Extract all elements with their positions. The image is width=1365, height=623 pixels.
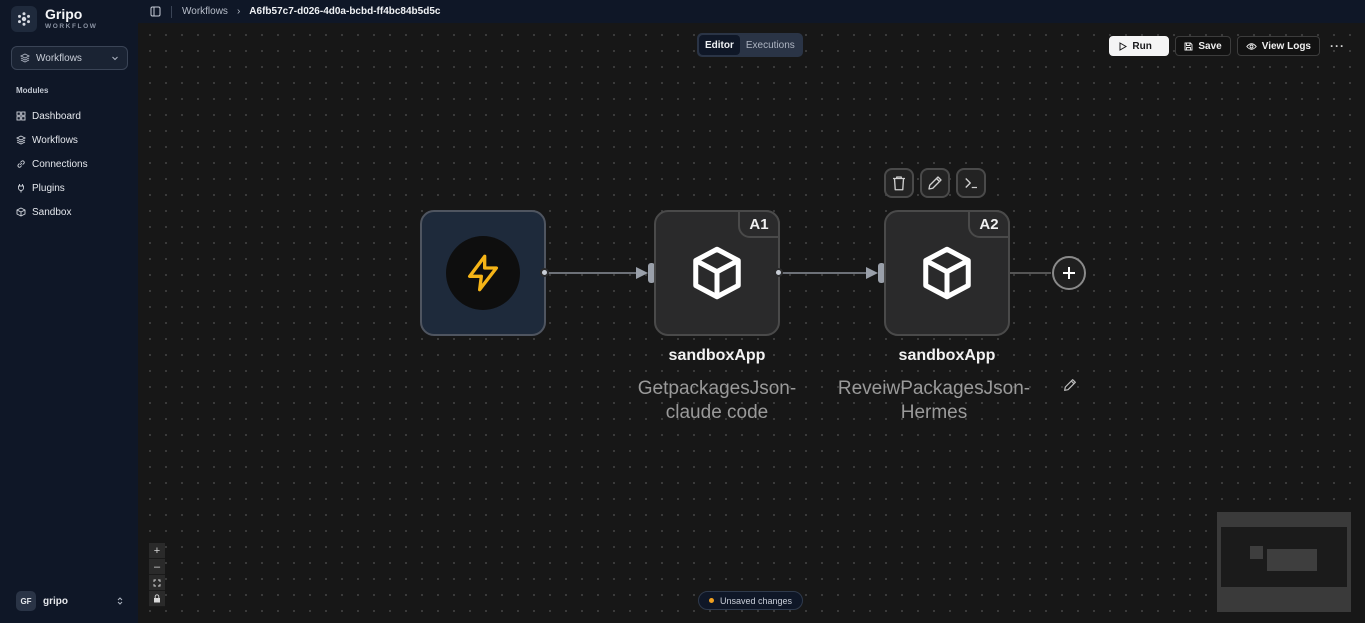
zoom-in-icon[interactable]: + <box>149 543 165 559</box>
chevron-updown-icon <box>117 597 123 605</box>
node-title: sandboxApp <box>898 347 996 364</box>
lock-icon[interactable] <box>149 591 165 607</box>
breadcrumb-workflows[interactable]: Workflows <box>182 6 228 17</box>
node-description: ReveiwPackagesJson- Hermes <box>837 378 1031 423</box>
sidebar-item-label: Sandbox <box>32 206 72 218</box>
chevron-down-icon <box>112 56 118 61</box>
add-node-button[interactable] <box>1052 256 1086 290</box>
gripo-logo-icon <box>11 6 37 32</box>
sidebar-item-workflows[interactable]: Workflows <box>16 128 88 152</box>
sidebar-item-label: Workflows <box>32 134 78 146</box>
minimap-node <box>1267 549 1317 571</box>
workflows-selector[interactable]: Workflows <box>11 46 128 70</box>
node-toolbar <box>884 168 992 198</box>
avatar: GF <box>16 591 36 611</box>
chevron-right-icon: › <box>236 6 241 17</box>
link-icon <box>17 160 25 168</box>
plus-icon <box>1063 267 1075 279</box>
sidebar-item-sandbox[interactable]: Sandbox <box>16 200 88 224</box>
action-node-a1[interactable]: A1 <box>654 210 780 336</box>
node-badge: A2 <box>968 210 1010 238</box>
workflow-canvas[interactable]: Editor Executions Run Save View Logs ··· <box>138 23 1365 623</box>
node-description: GetpackagesJson- claude code <box>637 378 797 423</box>
brand-name: Gripo <box>45 6 83 23</box>
sidebar-item-plugins[interactable]: Plugins <box>16 176 88 200</box>
edit-description-icon[interactable] <box>1062 377 1078 393</box>
output-handle[interactable] <box>774 268 783 277</box>
layers-icon <box>20 53 30 63</box>
trigger-icon-circle <box>446 236 520 310</box>
sidebar-item-dashboard[interactable]: Dashboard <box>16 104 88 128</box>
delete-node-button[interactable] <box>884 168 914 198</box>
terminal-node-button[interactable] <box>956 168 986 198</box>
unsaved-changes-label: Unsaved changes <box>720 595 793 606</box>
fit-view-icon[interactable] <box>149 575 165 591</box>
cube-icon <box>16 207 26 217</box>
plug-icon <box>18 184 24 193</box>
zoom-controls: + – <box>149 543 165 607</box>
sidebar-nav: Dashboard Workflows Connections Plugins … <box>16 104 88 224</box>
user-menu[interactable]: GF gripo <box>16 590 124 612</box>
status-dot <box>709 598 714 603</box>
dashboard-icon <box>16 111 26 121</box>
top-bar: Workflows › A6fb57c7-d026-4d0a-bcbd-ff4b… <box>138 0 1365 23</box>
trigger-node[interactable] <box>420 210 546 336</box>
sidebar-item-label: Plugins <box>32 182 65 194</box>
output-handle[interactable] <box>540 268 549 277</box>
terminal-icon <box>965 178 977 189</box>
sidebar-item-label: Connections <box>32 158 88 170</box>
user-name: gripo <box>43 595 68 607</box>
layers-icon <box>16 135 26 145</box>
minimap-node <box>1250 546 1263 559</box>
pencil-icon <box>928 176 942 190</box>
sidebar-item-connections[interactable]: Connections <box>16 152 88 176</box>
workflows-selector-label: Workflows <box>36 52 82 64</box>
edit-node-button[interactable] <box>920 168 950 198</box>
sidebar-item-label: Dashboard <box>32 110 81 122</box>
cube-icon <box>923 246 971 300</box>
node-title: sandboxApp <box>668 347 766 364</box>
breadcrumb-current-workflow: A6fb57c7-d026-4d0a-bcbd-ff4bc84b5d5c <box>249 6 441 17</box>
unsaved-changes-indicator: Unsaved changes <box>698 591 804 610</box>
zoom-out-icon[interactable]: – <box>149 559 165 575</box>
brand-subtitle: WORKFLOW <box>45 23 98 31</box>
breadcrumb: Workflows › A6fb57c7-d026-4d0a-bcbd-ff4b… <box>182 6 440 17</box>
brand[interactable]: Gripo WORKFLOW <box>11 6 98 32</box>
divider <box>171 5 172 18</box>
node-badge: A1 <box>738 210 780 238</box>
action-node-a2[interactable]: A2 <box>884 210 1010 336</box>
lightning-icon <box>468 254 498 292</box>
minimap[interactable] <box>1217 512 1351 612</box>
trash-icon <box>893 176 905 191</box>
cube-icon <box>693 246 741 300</box>
sidebar: Gripo WORKFLOW Workflows Modules Dashboa… <box>0 0 138 623</box>
modules-section-label: Modules <box>16 86 49 95</box>
sidebar-toggle-icon[interactable] <box>150 6 161 17</box>
